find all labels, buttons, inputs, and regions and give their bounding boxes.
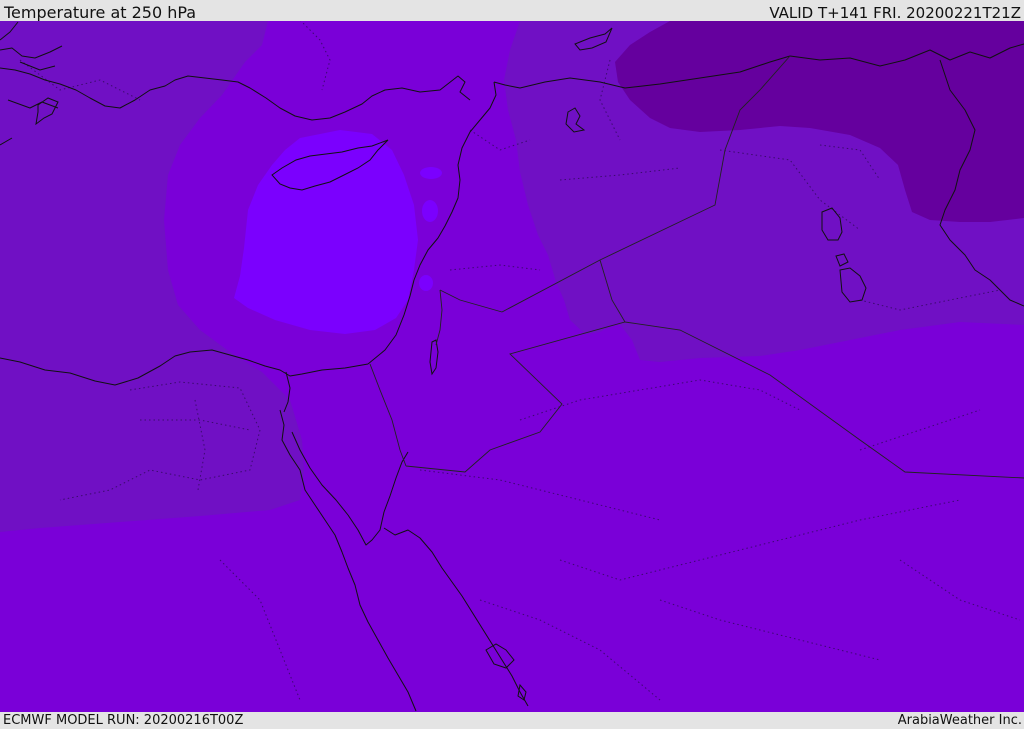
credit-label: ArabiaWeather Inc. bbox=[897, 713, 1022, 728]
warm-blob-1 bbox=[420, 167, 442, 179]
map-title: Temperature at 250 hPa bbox=[4, 3, 197, 22]
header-bar: Temperature at 250 hPa VALID T+141 FRI. … bbox=[0, 0, 1024, 22]
footer-bar: ECMWF MODEL RUN: 20200216T00Z ArabiaWeat… bbox=[0, 712, 1024, 729]
model-run-label: ECMWF MODEL RUN: 20200216T00Z bbox=[3, 713, 244, 728]
warm-blob-3 bbox=[419, 275, 433, 291]
temperature-map[interactable] bbox=[0, 21, 1024, 712]
warm-blob-2 bbox=[422, 200, 438, 222]
valid-time: VALID T+141 FRI. 20200221T21Z bbox=[769, 4, 1021, 22]
